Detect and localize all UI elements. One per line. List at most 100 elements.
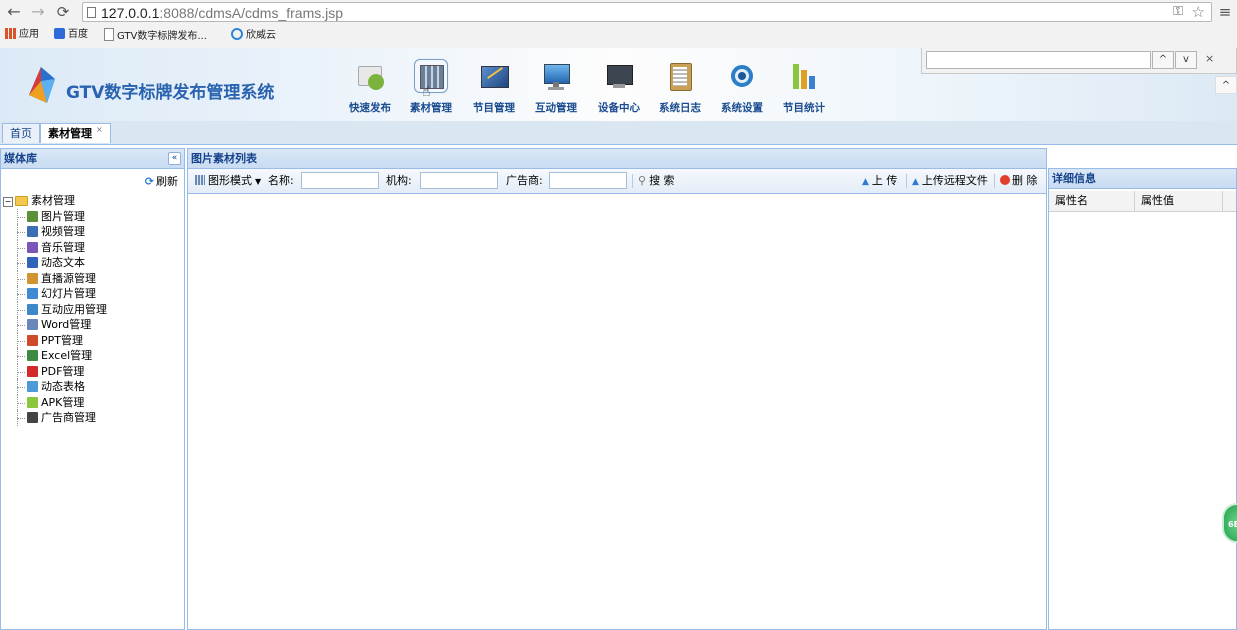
module-program[interactable]: 节目管理	[466, 60, 522, 118]
apps-grid-icon	[5, 28, 16, 39]
list-toolbar: 图形模式 ▼ 名称: 机构: 广告商: ⚲ 搜 索 ▲ 上 传 ▲ 上传远程文件 删 除	[188, 169, 1046, 194]
delete-icon	[1000, 175, 1010, 185]
find-prev-button[interactable]: ^	[1152, 51, 1174, 69]
scroll-up-button[interactable]: ^	[1215, 76, 1237, 94]
org-input[interactable]	[420, 172, 498, 189]
detail-panel: 详细信息 属性名 属性值	[1048, 168, 1237, 630]
bookmark-baidu[interactable]: 百度	[54, 28, 88, 42]
media-type-icon	[27, 334, 38, 346]
media-library-title: 媒体库	[1, 149, 184, 169]
folder-icon	[15, 196, 28, 206]
media-type-icon	[27, 381, 38, 392]
media-type-icon	[27, 365, 38, 377]
find-next-button[interactable]: v	[1175, 51, 1197, 69]
upload-button[interactable]: ▲ 上 传	[862, 174, 897, 189]
settings-icon	[726, 60, 758, 92]
collapse-node-icon[interactable]: −	[3, 197, 13, 207]
col-property-value[interactable]: 属性值	[1135, 191, 1223, 211]
refresh-button[interactable]: ⟳ 刷新	[145, 173, 178, 189]
tree-item[interactable]: 互动应用管理	[3, 301, 107, 318]
module-interactive[interactable]: 互动管理	[528, 60, 584, 118]
tree-item[interactable]: 广告商管理	[3, 410, 107, 426]
module-log[interactable]: 系统日志	[652, 60, 708, 118]
tree-item[interactable]: Word管理	[3, 317, 107, 333]
media-type-icon	[27, 396, 38, 408]
log-icon	[664, 60, 696, 92]
bookmark-xinweiyun[interactable]: 欣威云	[231, 28, 276, 43]
address-bar[interactable]: 127.0.0.1:8088/cdmsA/cdms_frams.jsp ⚿ ☆	[82, 2, 1212, 22]
advertiser-label: 广告商:	[506, 174, 543, 187]
tree-item[interactable]: 幻灯片管理	[3, 286, 107, 302]
detail-title: 详细信息	[1049, 169, 1236, 189]
view-mode-dropdown[interactable]: 图形模式 ▼	[195, 174, 261, 189]
org-label: 机构:	[386, 174, 412, 187]
module-settings[interactable]: 系统设置	[714, 60, 770, 118]
url-path: :8088/cdmsA/cdms_frams.jsp	[159, 5, 344, 21]
media-type-icon	[27, 272, 38, 284]
tree-root[interactable]: − 素材管理	[3, 193, 107, 209]
module-device[interactable]: 设备中心	[591, 60, 647, 118]
module-quick-publish[interactable]: 快速发布	[342, 60, 398, 118]
search-icon: ⚲	[638, 174, 647, 187]
advertiser-input[interactable]	[549, 172, 627, 189]
star-icon[interactable]: ☆	[1192, 3, 1205, 21]
quick-publish-icon	[354, 60, 386, 92]
upload-remote-button[interactable]: ▲ 上传远程文件	[912, 174, 988, 189]
floating-assistant-ball[interactable]: 6B	[1222, 503, 1237, 543]
media-type-icon	[27, 257, 38, 268]
program-icon	[478, 60, 510, 92]
media-type-icon	[27, 210, 38, 222]
material-icon: ☝	[414, 59, 448, 100]
stats-icon	[788, 60, 820, 92]
tab-bar: 首页 素材管理 ×	[0, 121, 1237, 145]
collapse-left-icon[interactable]: «	[168, 152, 181, 165]
media-type-icon	[27, 288, 38, 299]
bookmark-apps[interactable]: 应用	[5, 28, 39, 42]
tab-material[interactable]: 素材管理 ×	[40, 123, 111, 143]
col-property-name[interactable]: 属性名	[1049, 191, 1135, 211]
tree-item[interactable]: 动态表格	[3, 379, 107, 395]
tree-item[interactable]: PDF管理	[3, 363, 107, 380]
forward-arrow-icon[interactable]: →	[27, 2, 49, 22]
upload-arrow-icon: ▲	[862, 177, 869, 187]
module-stats[interactable]: 节目统计	[776, 60, 832, 118]
material-tree: − 素材管理 图片管理 视频管理 音乐管理 动态文本 直播源管理 幻灯片管理 互动应用管理 Wo…	[3, 193, 107, 426]
bookmark-gtv[interactable]: GTV数字标牌发布...	[104, 28, 207, 44]
dropdown-arrow-icon: ▼	[255, 177, 262, 186]
property-grid-header: 属性名 属性值	[1049, 191, 1236, 212]
module-material[interactable]: ☝ 素材管理	[403, 59, 459, 118]
reload-icon[interactable]: ⟳	[52, 2, 74, 22]
back-arrow-icon[interactable]: ←	[3, 2, 25, 22]
find-input[interactable]	[926, 51, 1151, 69]
cloud-icon	[231, 28, 243, 40]
tree-item[interactable]: Excel管理	[3, 348, 107, 364]
image-list-panel: 图片素材列表 图形模式 ▼ 名称: 机构: 广告商: ⚲ 搜 索 ▲ 上 传 ▲ 上传远…	[187, 148, 1047, 630]
key-icon[interactable]: ⚿	[1173, 4, 1183, 19]
name-label: 名称:	[268, 174, 294, 187]
find-close-icon[interactable]: ×	[1205, 52, 1214, 65]
browser-chrome: ← → ⟳ 127.0.0.1:8088/cdmsA/cdms_frams.js…	[0, 0, 1237, 49]
menu-icon[interactable]: ≡	[1214, 2, 1236, 22]
page-icon	[87, 7, 96, 18]
tab-close-icon[interactable]: ×	[96, 125, 103, 134]
name-input[interactable]	[301, 172, 379, 189]
media-type-icon	[27, 412, 38, 423]
tree-item[interactable]: APK管理	[3, 394, 107, 411]
upload-arrow-icon: ▲	[912, 177, 919, 187]
refresh-icon: ⟳	[144, 175, 154, 188]
device-icon	[603, 60, 635, 92]
delete-button[interactable]: 删 除	[1000, 174, 1038, 188]
tree-item[interactable]: 音乐管理	[3, 239, 107, 256]
tree-item[interactable]: PPT管理	[3, 332, 107, 349]
tree-item[interactable]: 视频管理	[3, 224, 107, 240]
tab-home[interactable]: 首页	[2, 123, 40, 143]
search-button[interactable]: ⚲ 搜 索	[638, 174, 675, 188]
app-title: GTV数字标牌发布管理系统	[66, 83, 275, 103]
tree-item[interactable]: 动态文本	[3, 255, 107, 271]
gtv-logo-icon	[29, 67, 55, 103]
interactive-icon	[540, 60, 572, 92]
media-type-icon	[27, 319, 38, 330]
tree-item[interactable]: 直播源管理	[3, 270, 107, 287]
tree-item[interactable]: 图片管理	[3, 208, 107, 225]
url-text: 127.0.0.1:8088/cdmsA/cdms_frams.jsp	[101, 5, 343, 21]
